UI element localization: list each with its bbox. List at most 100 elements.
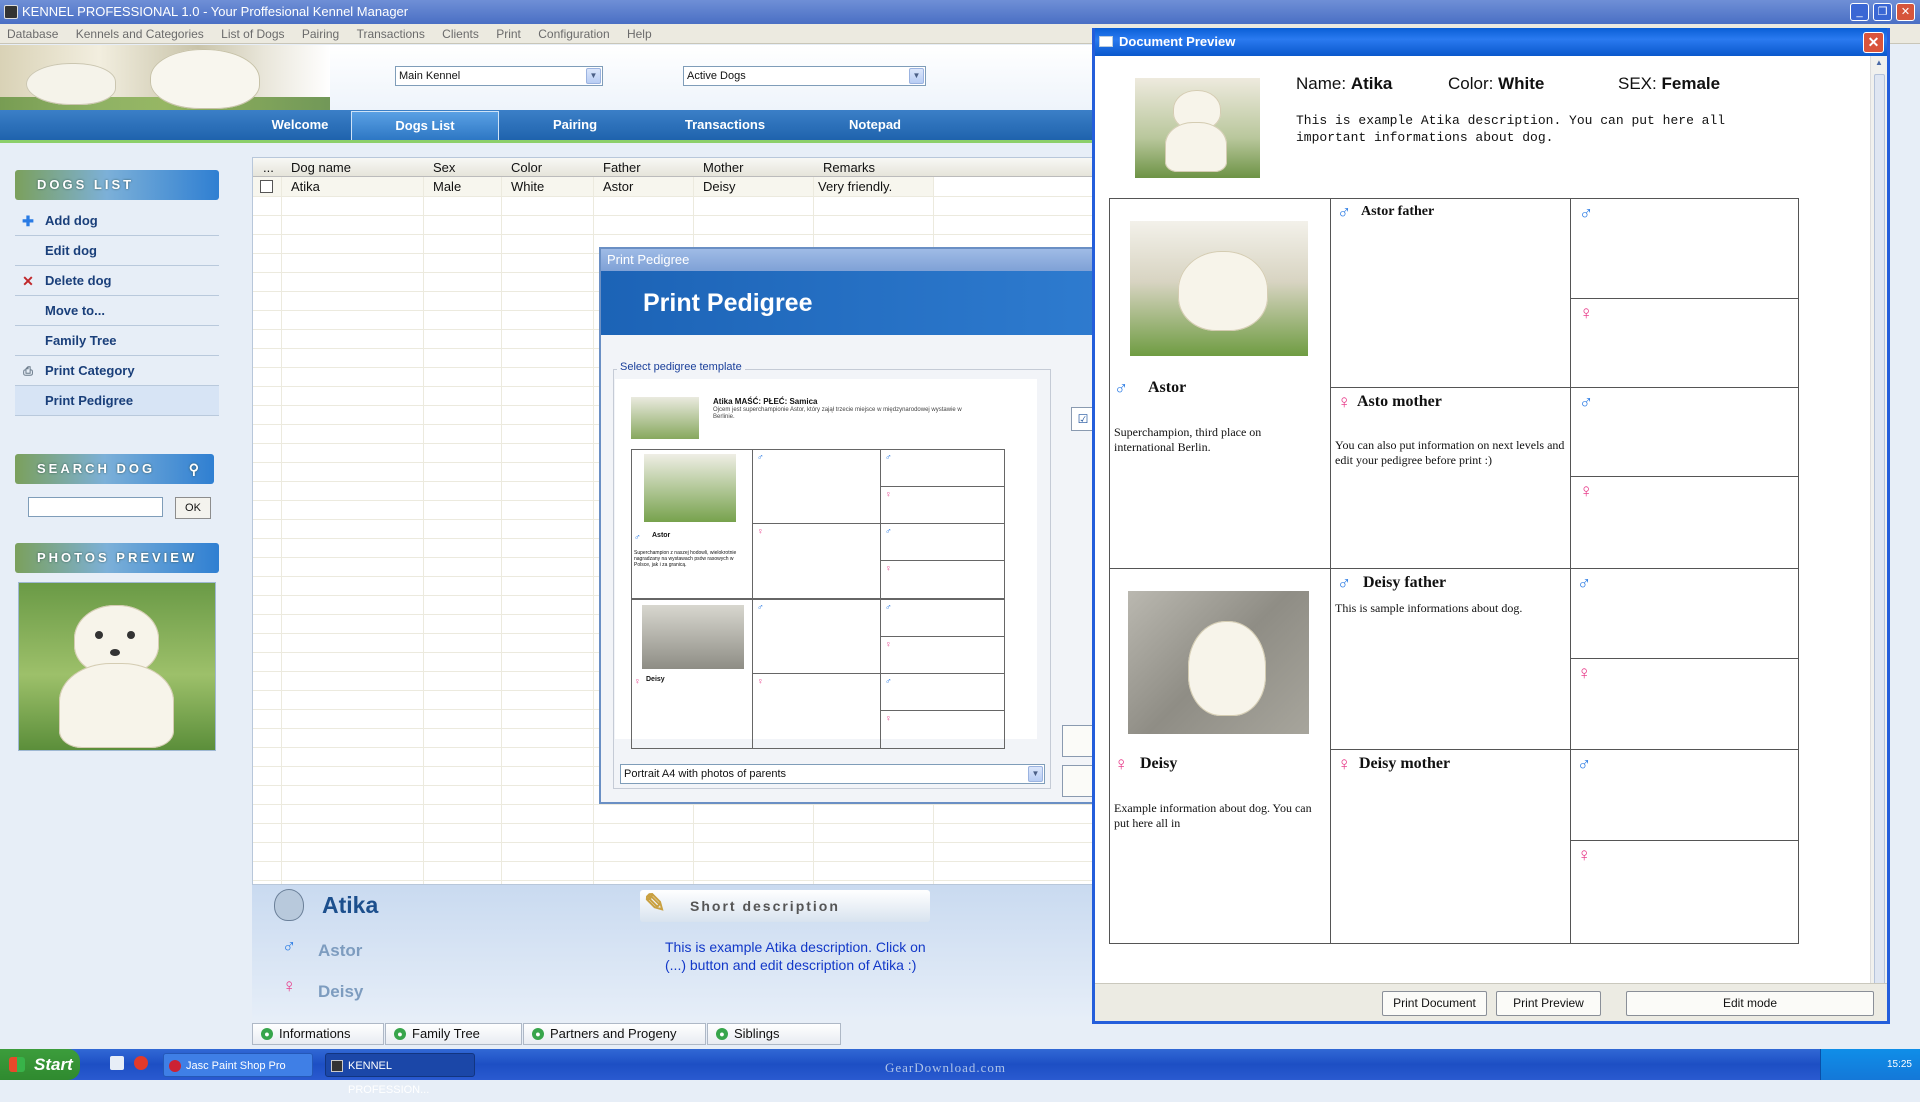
preview-footer: Print Document Print Preview Edit mode <box>1095 983 1887 1021</box>
column-header-mother[interactable]: Mother <box>703 160 743 175</box>
mother-cell: ♀ Deisy Example information about dog. Y… <box>1109 568 1331 944</box>
search-input[interactable] <box>28 497 163 517</box>
mother-father-cell: ♂ Deisy father This is sample informatio… <box>1330 568 1571 750</box>
menu-transactions[interactable]: Transactions <box>350 24 432 41</box>
menu-database[interactable]: Database <box>0 24 65 41</box>
female-icon: ♀ <box>634 676 641 686</box>
column-header-father[interactable]: Father <box>603 160 641 175</box>
menu-clients[interactable]: Clients <box>435 24 486 41</box>
print-category-label: Print Category <box>45 363 135 378</box>
tab-siblings-label: Siblings <box>734 1026 780 1041</box>
tab-welcome[interactable]: Welcome <box>240 111 360 140</box>
info-mother-name[interactable]: Deisy <box>318 982 363 1002</box>
print-pedigree-button[interactable]: Print Pedigree <box>15 386 219 416</box>
male-icon: ♂ <box>1577 573 1592 594</box>
chevron-down-icon[interactable]: ▼ <box>909 68 924 84</box>
scroll-up-icon[interactable]: ▲ <box>1873 58 1885 70</box>
menu-print[interactable]: Print <box>489 24 528 41</box>
father-father-name: Astor father <box>1361 204 1435 219</box>
photos-preview-header: PHOTOS PREVIEW <box>15 543 219 573</box>
window-title-bar: KENNEL PROFESSIONAL 1.0 - Your Proffesio… <box>0 0 1920 24</box>
close-button[interactable]: ✕ <box>1896 3 1915 21</box>
move-to-label: Move to... <box>45 303 105 318</box>
chevron-down-icon[interactable]: ▼ <box>586 68 601 84</box>
info-dog-name: Atika <box>322 892 379 918</box>
header-dogs-photo <box>0 45 330 110</box>
name-value: Atika <box>1350 74 1393 93</box>
move-to-button[interactable]: Move to... <box>15 296 219 326</box>
tab-siblings[interactable]: ● Siblings <box>707 1023 841 1045</box>
minimize-button[interactable]: _ <box>1850 3 1869 21</box>
family-tree-button[interactable]: Family Tree <box>15 326 219 356</box>
close-button[interactable]: ✕ <box>1863 32 1884 53</box>
mini-mother-name: Deisy <box>646 676 665 683</box>
mother-mother-name: Deisy mother <box>1359 755 1451 772</box>
tab-transactions[interactable]: Transactions <box>650 111 800 140</box>
sex-field: SEX: Female <box>1618 74 1720 94</box>
print-document-button[interactable]: Print Document <box>1382 991 1487 1016</box>
row-checkbox[interactable] <box>260 180 273 193</box>
print-preview-button[interactable]: Print Preview <box>1496 991 1601 1016</box>
dog-photo <box>1135 78 1260 178</box>
clock[interactable]: 15:25 <box>1887 1059 1912 1070</box>
quick-launch-icon[interactable] <box>134 1056 148 1070</box>
menu-kennels-categories[interactable]: Kennels and Categories <box>69 24 211 41</box>
edit-mode-button[interactable]: Edit mode <box>1626 991 1874 1016</box>
print-category-button[interactable]: ⎙ Print Category <box>15 356 219 386</box>
column-header-select[interactable]: ... <box>263 160 274 175</box>
male-icon: ♂ <box>1114 378 1129 399</box>
tab-dogs-list[interactable]: Dogs List <box>351 111 499 140</box>
grid-column-line <box>501 177 502 884</box>
pedigree-template-thumbnail[interactable]: Atika MAŚĆ: PŁEĆ: Samica Ojcem jest supe… <box>615 379 1037 749</box>
tab-partners-progeny[interactable]: ● Partners and Progeny <box>523 1023 706 1045</box>
template-select-value: Portrait A4 with photos of parents <box>624 768 787 780</box>
mini-father-cell: ♂ Astor Superchampion z naszej hodowli, … <box>631 449 753 599</box>
add-dog-button[interactable]: ✚ Add dog <box>15 206 219 236</box>
color-field: Color: White <box>1448 74 1544 94</box>
kennel-select[interactable]: Main Kennel ▼ <box>395 66 603 86</box>
female-icon: ♀ <box>1579 481 1594 502</box>
quick-launch-icon[interactable] <box>110 1056 124 1070</box>
menu-configuration[interactable]: Configuration <box>531 24 616 41</box>
short-description-text: This is example Atika description. Click… <box>665 939 926 973</box>
tab-family-tree[interactable]: ● Family Tree <box>385 1023 522 1045</box>
ancestor-cell: ♀ <box>1570 298 1799 388</box>
info-father-name[interactable]: Astor <box>318 941 362 961</box>
column-header-color[interactable]: Color <box>511 160 542 175</box>
task-kennel-professional[interactable]: KENNEL PROFESSION... <box>325 1053 475 1096</box>
scroll-thumb[interactable] <box>1874 74 1885 994</box>
male-icon: ♂ <box>1337 202 1352 223</box>
tabs-underline <box>0 140 1100 143</box>
search-ok-button[interactable]: OK <box>175 497 211 519</box>
dogs-list-header: DOGS LIST <box>15 170 219 200</box>
task-paint-shop-pro[interactable]: Jasc Paint Shop Pro <box>163 1053 313 1077</box>
chevron-down-icon[interactable]: ▼ <box>1028 766 1043 782</box>
menu-pairing[interactable]: Pairing <box>295 24 346 41</box>
grid-row-line <box>253 861 1099 862</box>
menu-list-of-dogs[interactable]: List of Dogs <box>214 24 291 41</box>
father-father-cell: ♂ Astor father <box>1330 198 1571 388</box>
tab-informations[interactable]: ● Informations <box>252 1023 384 1045</box>
grid-row-line <box>253 842 1099 843</box>
ancestor-cell: ♂ <box>1570 568 1799 659</box>
add-icon: ✚ <box>22 213 34 229</box>
tab-dot-icon: ● <box>394 1028 406 1040</box>
menu-help[interactable]: Help <box>620 24 659 41</box>
start-button[interactable]: Start <box>0 1049 80 1080</box>
cell-sex: Male <box>433 179 462 194</box>
column-header-sex[interactable]: Sex <box>433 160 455 175</box>
delete-dog-button[interactable]: ✕ Delete dog <box>15 266 219 296</box>
grid-row-line <box>253 196 1099 197</box>
edit-dog-button[interactable]: Edit dog <box>15 236 219 266</box>
cell-dog-name: Atika <box>291 179 320 194</box>
tab-pairing[interactable]: Pairing <box>500 111 650 140</box>
male-icon: ♂ <box>1579 203 1594 224</box>
mini-header: Atika MAŚĆ: PŁEĆ: Samica <box>713 397 818 406</box>
maximize-button[interactable]: ❐ <box>1873 3 1892 21</box>
column-header-remarks[interactable]: Remarks <box>823 160 875 175</box>
template-select[interactable]: Portrait A4 with photos of parents ▼ <box>620 764 1045 784</box>
column-header-dog-name[interactable]: Dog name <box>291 160 351 175</box>
filter-select[interactable]: Active Dogs ▼ <box>683 66 926 86</box>
vertical-scrollbar[interactable]: ▲ ▼ <box>1870 56 1887 1011</box>
tab-notepad[interactable]: Notepad <box>800 111 950 140</box>
